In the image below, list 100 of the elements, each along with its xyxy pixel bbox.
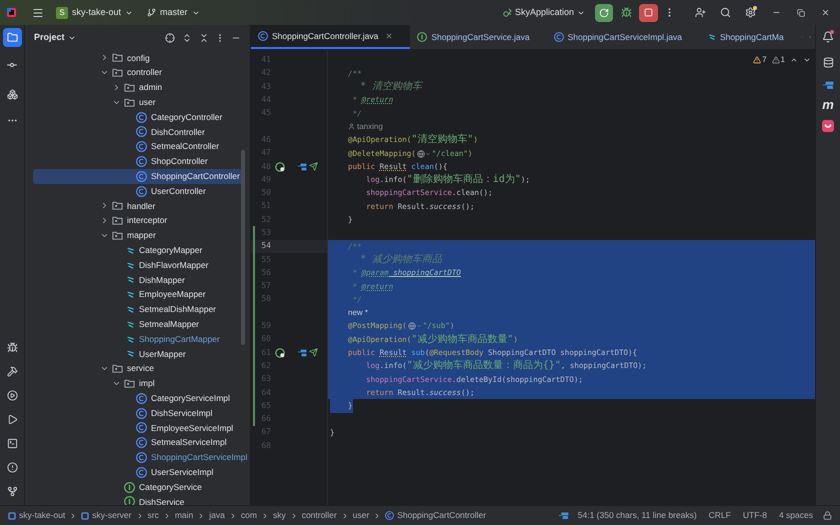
tree-item[interactable]: interceptor — [33, 213, 242, 228]
next-icon[interactable] — [803, 56, 811, 64]
encoding[interactable]: UTF-8 — [742, 509, 767, 522]
menu-button[interactable] — [32, 6, 44, 18]
build-icon[interactable] — [6, 366, 18, 377]
tree-item[interactable]: DishController — [33, 124, 242, 140]
debug-button[interactable] — [621, 7, 632, 18]
terminal-icon[interactable] — [6, 438, 18, 449]
close-icon[interactable] — [821, 8, 830, 17]
indent-setting[interactable]: 4 spaces — [778, 509, 813, 522]
breadcrumb[interactable]: ShoppingCartController — [385, 509, 486, 522]
debug-icon[interactable] — [6, 342, 18, 353]
breadcrumb[interactable]: sky-server — [81, 509, 132, 522]
send-icon — [309, 162, 318, 172]
breadcrumb[interactable]: com — [240, 509, 257, 522]
breadcrumb[interactable]: main — [174, 509, 194, 522]
tree-item[interactable]: ShoppingCartController — [33, 168, 242, 184]
settings-icon[interactable] — [745, 7, 756, 18]
tree-item[interactable]: CategoryMapper — [33, 242, 242, 258]
project-switcher[interactable]: S sky-take-out — [56, 6, 134, 20]
tree-item[interactable]: mapper — [33, 228, 242, 243]
editor-tab[interactable]: ShoppingCartController.java — [251, 25, 410, 49]
tree-item[interactable]: ShoppingCartMapper — [33, 332, 242, 347]
breadcrumb[interactable]: sky — [272, 509, 286, 522]
tree-label: ShoppingCartServiceImpl — [151, 451, 248, 464]
class-icon — [136, 422, 147, 434]
endpoints-icon[interactable] — [822, 80, 834, 90]
weak-warning-count: 1 — [772, 54, 785, 66]
tree-item[interactable]: controller — [33, 65, 242, 80]
caret-position[interactable]: 54:1 (350 chars, 11 line breaks) — [578, 509, 697, 522]
tree-label: SetmealMapper — [139, 318, 200, 331]
run-icon[interactable] — [6, 414, 18, 425]
previous-icon[interactable] — [790, 56, 798, 64]
line-separator[interactable]: CRLF — [708, 509, 731, 522]
tree-item[interactable]: EmployeeMapper — [33, 287, 242, 302]
tree-item[interactable]: CategoryService — [33, 480, 242, 494]
class-icon — [136, 156, 147, 168]
breadcrumb[interactable]: user — [352, 509, 370, 522]
tree-item[interactable]: SetmealServiceImpl — [33, 435, 242, 450]
tree-item[interactable]: user — [33, 94, 242, 110]
expand-all-icon[interactable] — [182, 32, 192, 42]
panel-title[interactable]: Project — [34, 30, 76, 44]
editor-tab[interactable]: ShoppingCartService.java — [410, 25, 547, 49]
breadcrumb[interactable]: sky-take-out — [8, 509, 66, 522]
mybatis-tool[interactable]: m — [822, 98, 834, 111]
tree-label: ShoppingCartMapper — [139, 332, 220, 346]
folder-icon — [124, 82, 135, 94]
breadcrumb[interactable]: controller — [302, 509, 337, 522]
tree-item[interactable]: DishServiceImpl — [33, 406, 242, 421]
tree-label: UserController — [151, 184, 206, 198]
ai-assistant-icon[interactable] — [822, 120, 834, 132]
branch-icon — [147, 8, 156, 17]
tree-item[interactable]: SetmealDishMapper — [33, 302, 242, 317]
tree-item[interactable]: UserController — [33, 184, 242, 199]
tree-item[interactable]: handler — [33, 198, 242, 214]
stop-button[interactable] — [639, 4, 658, 22]
tree-item[interactable]: EmployeeServiceImpl — [33, 420, 242, 436]
breadcrumb[interactable]: src — [148, 509, 159, 522]
tree-item[interactable]: impl — [33, 376, 242, 391]
database-icon[interactable] — [822, 57, 834, 68]
tree-item[interactable]: CategoryController — [33, 110, 242, 125]
collapse-all-icon[interactable] — [199, 32, 209, 42]
editor-tab[interactable]: ShoppingCartMa — [698, 25, 801, 49]
locate-icon[interactable] — [165, 32, 175, 42]
branch-switcher[interactable]: master — [147, 6, 200, 20]
search-icon[interactable] — [720, 7, 731, 18]
editor-tab[interactable]: ShoppingCartServiceImpl.java — [546, 25, 699, 49]
add-user-icon[interactable] — [695, 7, 706, 18]
tree-label: CategoryService — [139, 480, 202, 494]
close-tab-icon[interactable] — [385, 32, 394, 40]
notifications-icon[interactable] — [822, 31, 834, 43]
tree-item[interactable]: SetmealMapper — [33, 316, 242, 332]
tree-item[interactable]: admin — [33, 80, 242, 95]
class-icon — [136, 452, 147, 463]
tree-item[interactable]: DishFlavorMapper — [33, 258, 242, 273]
tree-item[interactable]: DishService — [33, 494, 242, 505]
git-icon[interactable] — [6, 486, 18, 497]
tree-item[interactable]: DishMapper — [33, 272, 242, 288]
run-globe-icon — [275, 162, 285, 172]
rerun-icon — [599, 8, 609, 18]
structure-icon[interactable] — [6, 89, 18, 100]
problems-icon[interactable] — [6, 462, 18, 473]
tree-item[interactable]: SetmealController — [33, 139, 242, 154]
tree-item[interactable]: UserMapper — [33, 346, 242, 362]
tree-item[interactable]: service — [33, 361, 242, 376]
tree-item[interactable]: UserServiceImpl — [33, 464, 242, 480]
tree-item[interactable]: ShopController — [33, 154, 242, 169]
folder-icon — [112, 200, 123, 212]
tree-item[interactable]: config — [33, 50, 242, 66]
services-icon[interactable] — [6, 390, 18, 401]
tree-item[interactable]: CategoryServiceImpl — [33, 390, 242, 406]
breadcrumb[interactable]: java — [209, 509, 225, 522]
tree-label: SetmealDishMapper — [139, 303, 216, 316]
rerun-button[interactable] — [595, 4, 613, 22]
project-tool-button[interactable] — [2, 28, 22, 47]
code-line: * 减少购物车商品 — [359, 252, 442, 266]
restore-icon[interactable] — [797, 8, 805, 16]
lock-icon[interactable] — [823, 511, 832, 520]
person-icon — [348, 123, 355, 130]
run-config-selector[interactable]: SkyApplication — [502, 6, 585, 20]
